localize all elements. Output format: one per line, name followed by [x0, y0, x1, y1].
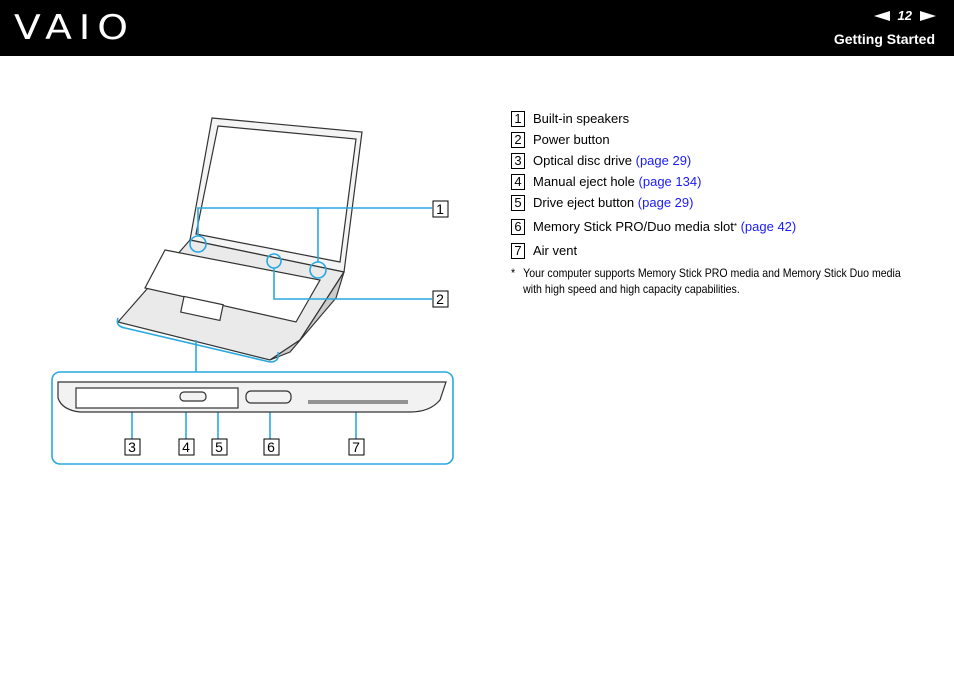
svg-text:3: 3 [128, 439, 136, 455]
page-link[interactable]: (page 134) [639, 174, 702, 189]
page-link[interactable]: (page 42) [741, 219, 797, 234]
list-item: 4 Manual eject hole (page 134) [511, 171, 954, 192]
list-item: 1 Built-in speakers [511, 108, 954, 129]
page-link[interactable]: (page 29) [636, 153, 692, 168]
svg-text:4: 4 [182, 439, 190, 455]
left-triangle-icon[interactable] [873, 10, 890, 21]
list-item: 3 Optical disc drive (page 29) [511, 150, 954, 171]
list-item: 7 Air vent [511, 240, 954, 261]
laptop-illustration: 1 2 3 4 5 6 7 [51, 117, 454, 465]
svg-text:7: 7 [352, 439, 360, 455]
svg-text:6: 6 [267, 439, 275, 455]
vaio-logo: VAIO [14, 8, 135, 48]
callout-6: 6 [263, 438, 280, 456]
page-link[interactable]: (page 29) [638, 195, 694, 210]
page-nav: 12 [873, 8, 936, 23]
page-header: VAIO 12 Getting Started [0, 0, 954, 56]
list-item: 5 Drive eject button (page 29) [511, 192, 954, 213]
list-item: 2 Power button [511, 129, 954, 150]
callout-3: 3 [124, 438, 141, 456]
page-number: 12 [897, 8, 912, 23]
callout-2: 2 [432, 290, 449, 308]
component-list: 1 Built-in speakers 2 Power button 3 Optica… [511, 108, 954, 297]
footnote: * Your computer supports Memory Stick PRO… [511, 266, 901, 296]
list-item: 6 Memory Stick PRO/Duo media slot * (page … [511, 213, 954, 240]
callout-7: 7 [348, 438, 365, 456]
right-triangle-icon[interactable] [920, 10, 936, 21]
callout-5: 5 [211, 438, 228, 456]
svg-text:5: 5 [215, 439, 223, 455]
section-title: Getting Started [833, 31, 935, 47]
callout-1: 1 [432, 200, 449, 218]
svg-text:2: 2 [436, 291, 444, 307]
svg-text:1: 1 [436, 201, 444, 217]
callout-4: 4 [178, 438, 195, 456]
